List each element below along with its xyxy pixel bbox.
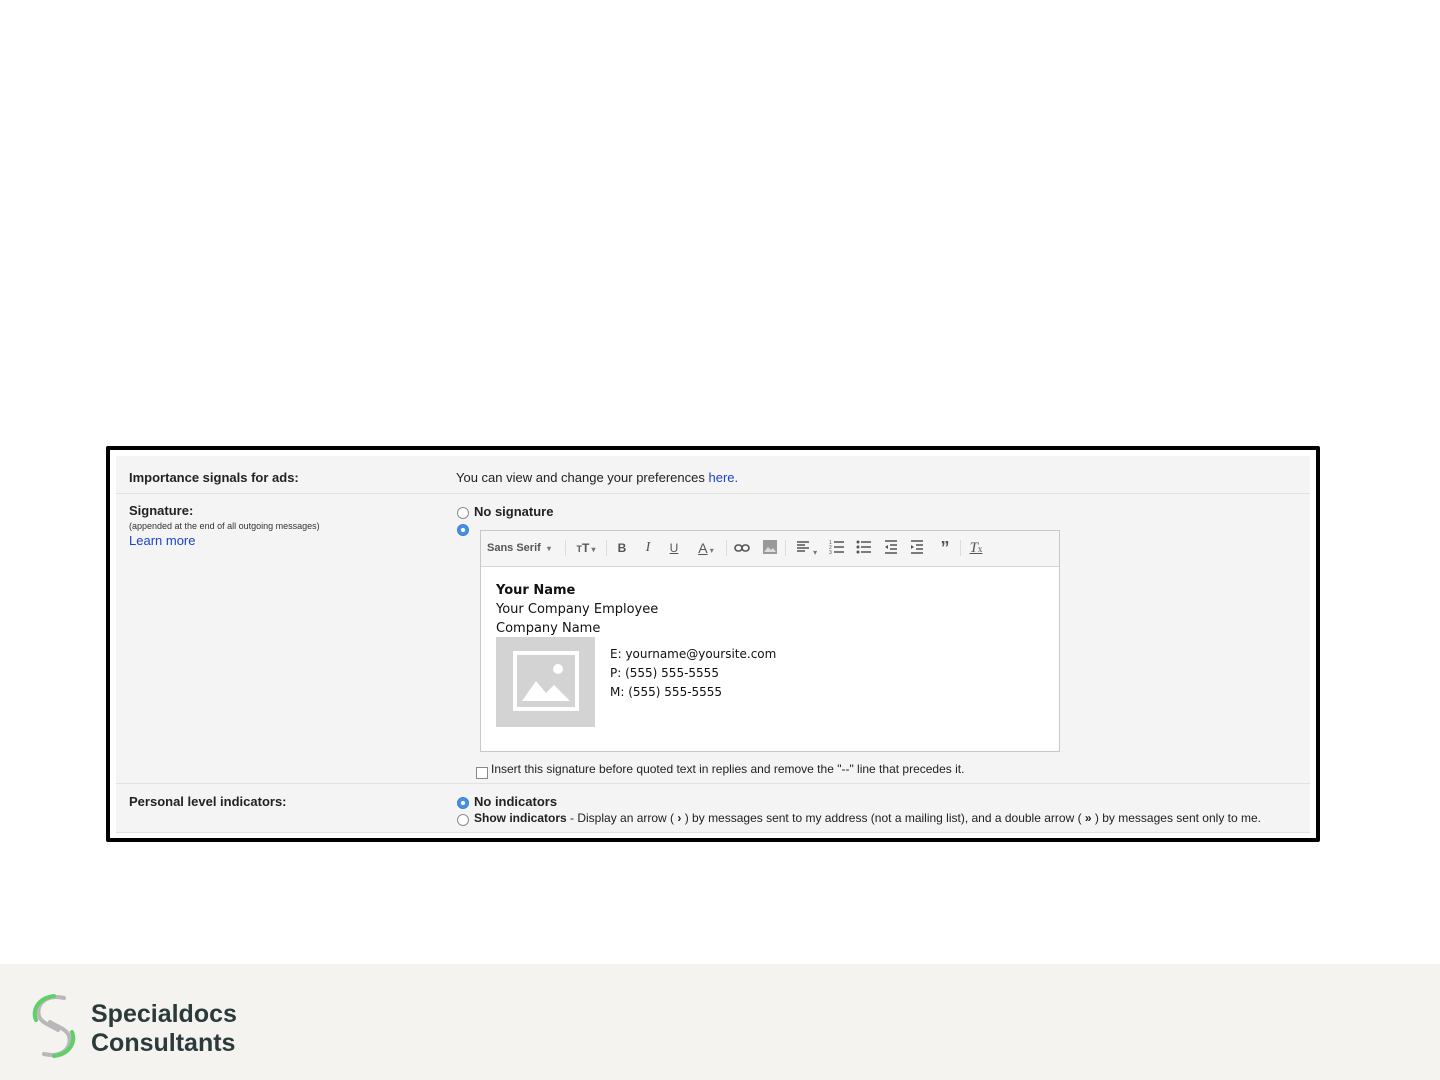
- toolbar-separator: [606, 540, 607, 556]
- signature-company: Company Name: [496, 621, 601, 636]
- show-indicators-label: Show indicators - Display an arrow ( › )…: [474, 811, 1261, 825]
- signature-mobile: M: (555) 555-5555: [610, 685, 723, 699]
- settings-panel: Importance signals for ads: You can view…: [116, 456, 1310, 833]
- numbered-list-icon[interactable]: 123: [827, 539, 847, 557]
- personal-indicators-row: Personal level indicators: No indicators…: [116, 784, 1310, 833]
- signature-contact: E: yourname@yoursite.com P: (555) 555-55…: [610, 645, 776, 702]
- settings-frame: Importance signals for ads: You can view…: [106, 446, 1320, 842]
- quote-icon[interactable]: ”: [935, 539, 955, 557]
- signature-title: Your Company Employee: [496, 602, 659, 617]
- signature-editor: Sans Serif ▾ TT ▾ B I U A ▾ ▾ 1 2 3 ” Tx…: [480, 530, 1060, 752]
- importance-row: Importance signals for ads: You can view…: [116, 456, 1310, 494]
- indent-less-icon[interactable]: [881, 539, 901, 557]
- editor-toolbar: Sans Serif ▾ TT ▾ B I U A ▾ ▾ 1 2 3 ” Tx: [481, 531, 1059, 567]
- bold-icon[interactable]: B: [613, 539, 631, 557]
- signature-content[interactable]: Your Name Your Company Employee Company …: [496, 581, 658, 638]
- no-signature-radio[interactable]: [457, 507, 469, 519]
- personal-indicators-label: Personal level indicators:: [129, 794, 287, 809]
- insert-image-icon[interactable]: [760, 539, 780, 557]
- specialdocs-logo-icon: [32, 994, 76, 1058]
- signature-sublabel: (appended at the end of all outgoing mes…: [129, 521, 320, 531]
- align-icon[interactable]: ▾: [790, 539, 822, 557]
- no-signature-label: No signature: [474, 504, 554, 519]
- toolbar-separator: [960, 540, 961, 556]
- remove-formatting-icon[interactable]: Tx: [965, 539, 987, 557]
- toolbar-separator: [726, 540, 727, 556]
- footer: Specialdocs Consultants: [0, 964, 1440, 1080]
- signature-row: Signature: (appended at the end of all o…: [116, 494, 1310, 784]
- insert-before-quoted-label: Insert this signature before quoted text…: [491, 762, 965, 776]
- importance-label: Importance signals for ads:: [129, 470, 299, 485]
- text-color-icon[interactable]: A ▾: [691, 539, 721, 557]
- learn-more-link[interactable]: Learn more: [129, 533, 195, 548]
- preferences-link[interactable]: here.: [708, 470, 738, 485]
- brand-name: Specialdocs Consultants: [91, 1000, 237, 1058]
- italic-icon[interactable]: I: [639, 539, 657, 557]
- brand-line-2: Consultants: [91, 1029, 236, 1057]
- brand-line-1: Specialdocs: [91, 1000, 237, 1028]
- show-indicators-radio[interactable]: [457, 814, 469, 826]
- bulleted-list-icon[interactable]: [854, 539, 874, 557]
- font-size-icon[interactable]: TT ▾: [571, 539, 601, 557]
- toolbar-separator: [785, 540, 786, 556]
- importance-value: You can view and change your preferences…: [456, 470, 738, 485]
- link-icon[interactable]: [732, 539, 752, 557]
- no-indicators-radio[interactable]: [457, 797, 469, 809]
- svg-text:3: 3: [829, 550, 832, 555]
- toolbar-separator: [565, 540, 566, 556]
- importance-text: You can view and change your preferences: [456, 470, 705, 485]
- signature-label: Signature:: [129, 503, 194, 518]
- signature-phone: P: (555) 555-5555: [610, 666, 719, 680]
- double-arrow-icon: »: [1084, 811, 1092, 825]
- custom-signature-radio[interactable]: [457, 524, 469, 536]
- font-family-select[interactable]: Sans Serif ▾: [487, 539, 559, 557]
- insert-before-quoted-checkbox[interactable]: [476, 767, 488, 779]
- signature-name: Your Name: [496, 583, 576, 598]
- no-indicators-label: No indicators: [474, 794, 558, 809]
- underline-icon[interactable]: U: [665, 539, 683, 557]
- indent-more-icon[interactable]: [907, 539, 927, 557]
- signature-email: E: yourname@yoursite.com: [610, 647, 777, 661]
- image-placeholder-icon: [496, 637, 595, 727]
